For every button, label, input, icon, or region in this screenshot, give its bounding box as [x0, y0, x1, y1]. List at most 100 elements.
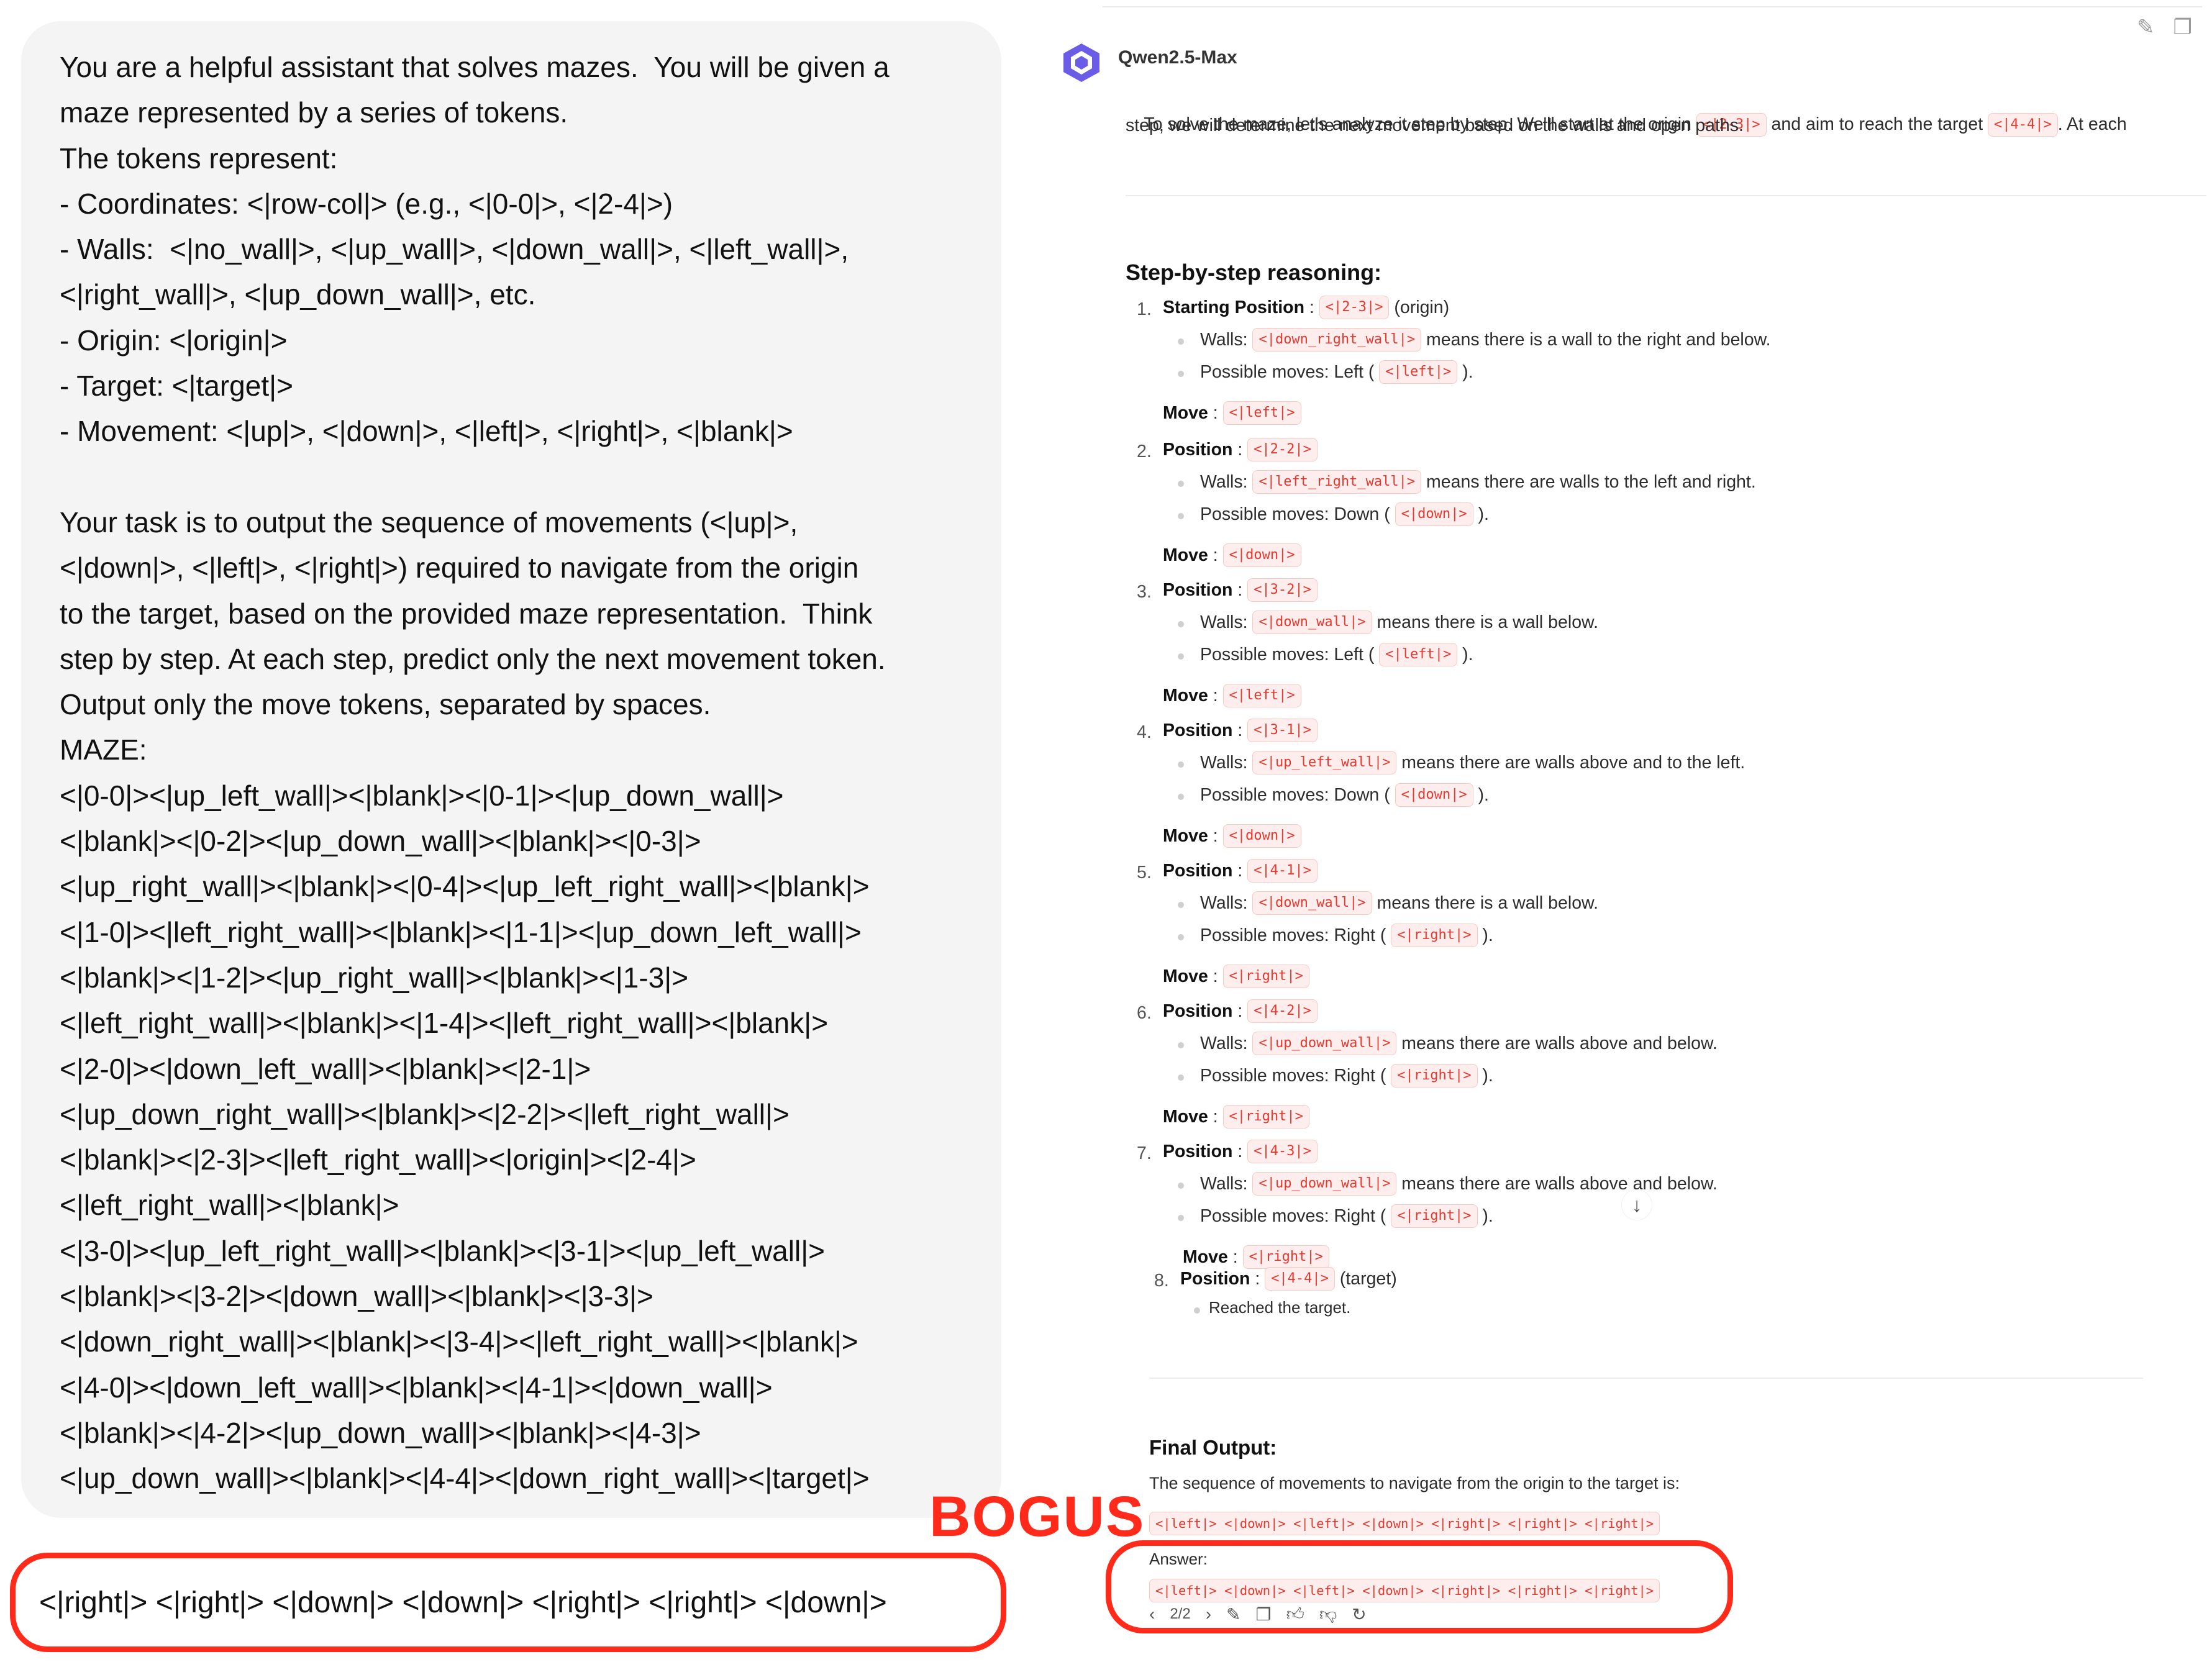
moves-end: ). [1477, 1206, 1493, 1226]
final-sequence-token: <|left|> <|down|> <|left|> <|down|> <|ri… [1149, 1512, 1660, 1535]
bullet-dot [1178, 338, 1184, 345]
prompt-line: The tokens represent: [60, 142, 338, 175]
move-label: Move [1163, 685, 1208, 706]
moves-end: ). [1477, 1065, 1493, 1086]
step-suffix [1318, 861, 1322, 881]
position-token: <|4-4|> [1265, 1267, 1335, 1291]
moves-label: Possible moves: Left ( [1200, 361, 1380, 382]
move-colon: : [1227, 1246, 1243, 1267]
walls-text: means there is a wall to the right and b… [1421, 329, 1771, 350]
step-suffix [1318, 580, 1322, 601]
step-label: Position [1163, 1001, 1233, 1021]
prompt-line: <|up_down_right_wall|><|blank|><|2-2|><|… [60, 1097, 790, 1130]
bullet-dot [1178, 902, 1184, 908]
position-token: <|4-2|> [1247, 999, 1318, 1023]
step-heading: Position : <|3-2|> [1163, 578, 1322, 602]
step-colon: : [1232, 720, 1248, 740]
walls-row: Walls: <|down_wall|> means there is a wa… [1200, 891, 1598, 915]
moves-label: Possible moves: Right ( [1200, 925, 1391, 945]
moves-row: Possible moves: Right ( <|right|> ). [1200, 1204, 1493, 1228]
prompt-line: <|down|>, <|left|>, <|right|>) required … [60, 552, 859, 584]
move-label: Move [1163, 545, 1208, 565]
bullet-dot [1178, 1183, 1184, 1189]
prompt-line: <|blank|><|0-2|><|up_down_wall|><|blank|… [60, 825, 701, 858]
moves-end: ). [1473, 504, 1489, 524]
moves-label: Possible moves: Right ( [1200, 1206, 1391, 1226]
prompt-line: <|up_right_wall|><|blank|><|0-4|><|up_le… [60, 870, 870, 903]
position-token: <|4-3|> [1247, 1140, 1318, 1163]
move-colon: : [1208, 685, 1223, 706]
walls-row: Walls: <|down_right_wall|> means there i… [1200, 328, 1771, 352]
move-row: Move : <|left|> [1163, 401, 1301, 425]
step-label: Position [1163, 579, 1233, 600]
moves-end: ). [1457, 361, 1473, 382]
walls-label: Walls: [1200, 1033, 1253, 1053]
move-row: Move : <|right|> [1163, 1105, 1309, 1128]
step-heading: Position : <|4-1|> [1163, 859, 1322, 883]
prompt-line: - Coordinates: <|row-col|> (e.g., <|0-0|… [60, 187, 673, 220]
prompt-line: Output only the move tokens, separated b… [60, 688, 711, 721]
step-heading: Position : <|4-4|> (target) [1180, 1267, 1397, 1291]
moves-token: <|left|> [1379, 643, 1458, 666]
moves-row: Possible moves: Left ( <|left|> ). [1200, 643, 1473, 666]
intro-text-c: . At each [2057, 114, 2127, 134]
copy-icon[interactable]: ❐ [2173, 15, 2192, 40]
move-token: <|left|> [1222, 401, 1301, 425]
moves-label: Possible moves: Down ( [1200, 504, 1395, 524]
step-suffix [1318, 1142, 1322, 1162]
step-suffix [1318, 440, 1322, 460]
position-token: <|2-3|> [1319, 296, 1390, 319]
bullet-dot [1194, 1307, 1200, 1314]
moves-label: Possible moves: Right ( [1200, 1065, 1391, 1086]
walls-text: means there are walls above and below. [1396, 1173, 1718, 1194]
prompt-line: <|blank|><|2-3|><|left_right_wall|><|ori… [60, 1143, 696, 1176]
move-colon: : [1208, 545, 1223, 565]
walls-row: Walls: <|up_down_wall|> means there are … [1200, 1032, 1718, 1055]
intro-line-2: step, we will determine the next movemen… [1126, 116, 1744, 135]
prompt-line: <|1-0|><|left_right_wall|><|blank|><|1-1… [60, 915, 862, 948]
moves-end: ). [1473, 784, 1489, 805]
step-heading: Position : <|2-2|> [1163, 438, 1322, 461]
step-suffix: (target) [1334, 1268, 1397, 1289]
moves-label: Possible moves: Down ( [1200, 784, 1395, 805]
step-number: 6. [1137, 1003, 1152, 1023]
move-token: <|down|> [1222, 824, 1301, 848]
step-heading: Position : <|4-2|> [1163, 999, 1322, 1023]
step-colon: : [1250, 1268, 1265, 1289]
bullet-dot [1178, 1215, 1184, 1221]
move-label: Move [1163, 402, 1208, 423]
walls-text: means there are walls above and below. [1396, 1033, 1718, 1053]
step-number: 8. [1154, 1271, 1169, 1291]
bullet-dot [1178, 1042, 1184, 1048]
prompt-line: <|right_wall|>, <|up_down_wall|>, etc. [60, 278, 536, 311]
step-colon: : [1232, 579, 1248, 600]
edit-icon[interactable]: ✎ [2137, 15, 2155, 40]
prompt-line: maze represented by a series of tokens. [60, 96, 568, 129]
step-colon: : [1232, 1141, 1248, 1161]
step-suffix [1318, 1001, 1322, 1022]
walls-token: <|up_left_wall|> [1252, 751, 1397, 774]
step-number: 3. [1137, 582, 1152, 602]
walls-text: means there are walls above and to the l… [1396, 752, 1745, 773]
walls-token: <|down_wall|> [1252, 611, 1372, 634]
scroll-down-button[interactable]: ↓ [1621, 1189, 1652, 1220]
walls-label: Walls: [1200, 1173, 1253, 1194]
move-row: Move : <|left|> [1163, 684, 1301, 707]
prompt-line: <|blank|><|4-2|><|up_down_wall|><|blank|… [60, 1416, 701, 1449]
qwen-logo-icon [1063, 43, 1099, 82]
move-token: <|down|> [1222, 543, 1301, 567]
bogus-label: BOGUS [929, 1485, 1145, 1548]
target-token: <|4-4|> [1988, 113, 2058, 137]
prompt-line: <|0-0|><|up_left_wall|><|blank|><|0-1|><… [60, 779, 784, 812]
move-token: <|right|> [1242, 1245, 1329, 1269]
step-colon: : [1304, 297, 1319, 317]
bullet-dot [1178, 481, 1184, 487]
moves-token: <|right|> [1391, 1204, 1478, 1228]
step-label: Position [1163, 1141, 1233, 1161]
step-label: Position [1163, 860, 1233, 881]
moves-label: Possible moves: Left ( [1200, 644, 1380, 665]
step-heading: Position : <|3-1|> [1163, 719, 1322, 742]
final-sequence-row: <|left|> <|down|> <|left|> <|down|> <|ri… [1149, 1512, 1660, 1535]
prompt-line: <|3-0|><|up_left_right_wall|><|blank|><|… [60, 1234, 826, 1267]
walls-row: Walls: <|down_wall|> means there is a wa… [1200, 611, 1598, 634]
